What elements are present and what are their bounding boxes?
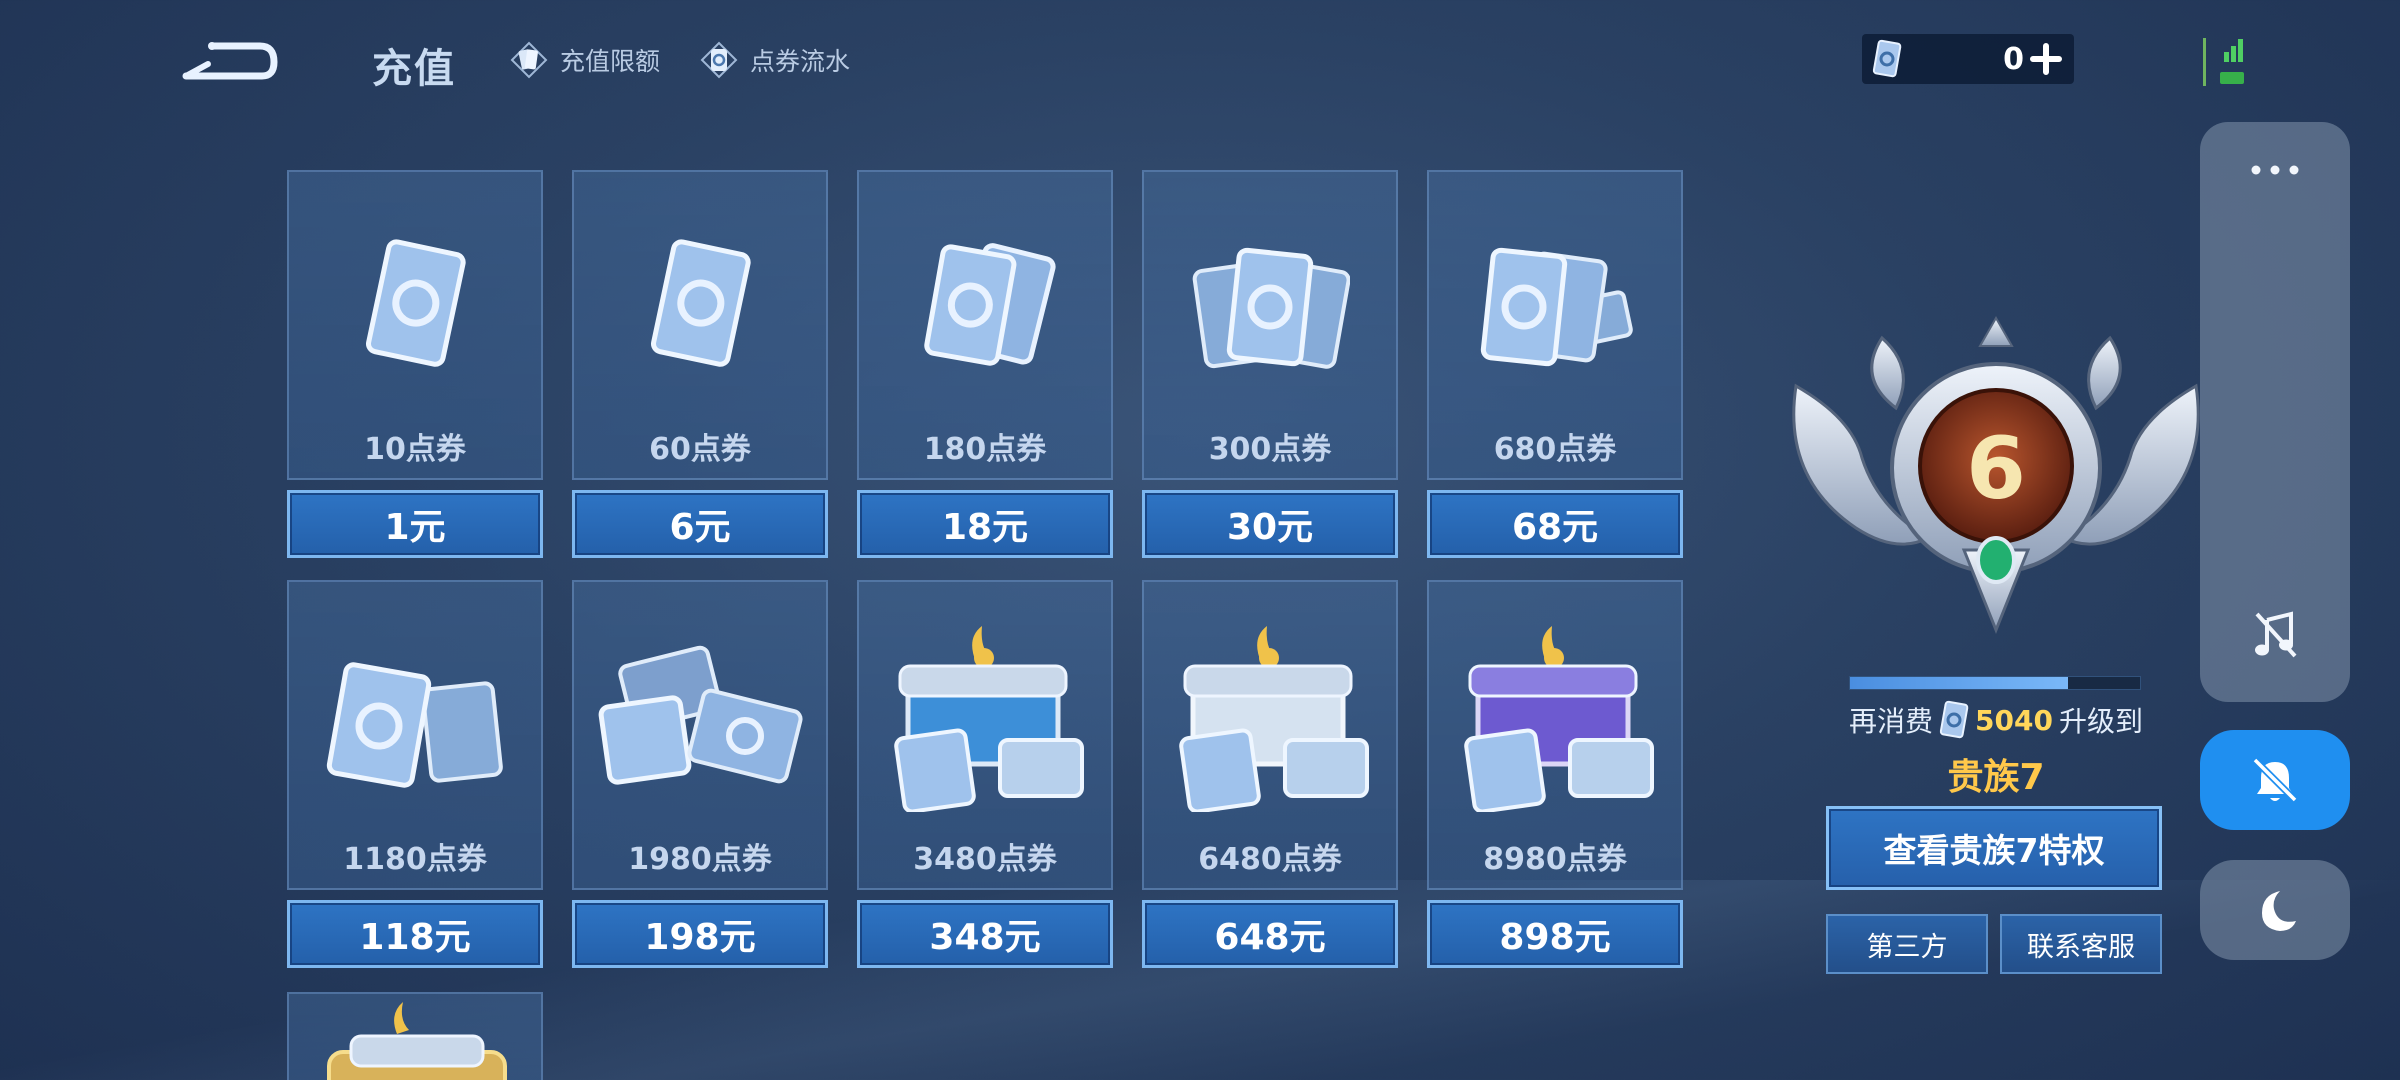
package-coupon-label: 8980点券 <box>1483 842 1627 877</box>
coupon-stack-icon <box>1429 212 1681 402</box>
vip-prefix: 再消费 <box>1849 705 1934 738</box>
view-vip-privileges-button[interactable]: 查看贵族7特权 <box>1826 806 2162 890</box>
package-coupon-label: 180点券 <box>923 432 1047 467</box>
package-card[interactable]: 6480点券 <box>1142 580 1398 890</box>
package-price-button[interactable]: 30元 <box>1142 490 1398 558</box>
package-item: 1180点券 118元 <box>287 580 543 968</box>
recharge-limit-link[interactable]: 充值限额 <box>508 38 660 82</box>
package-price-button[interactable]: 648元 <box>1142 900 1398 968</box>
vip-progress-fill <box>1850 677 2068 689</box>
mute-notifications-button[interactable] <box>2200 730 2350 830</box>
package-card[interactable]: 1980点券 <box>572 580 828 890</box>
coupon-pile-icon <box>574 622 826 812</box>
package-price-button[interactable]: 18元 <box>857 490 1113 558</box>
package-price-button[interactable]: 68元 <box>1427 490 1683 558</box>
package-card[interactable]: 8980点券 <box>1427 580 1683 890</box>
vip-amount: 5040 <box>1975 703 2053 737</box>
plus-icon <box>2030 43 2062 75</box>
package-item: 10点券 1元 <box>287 170 543 558</box>
coupon-icon <box>1939 700 1969 739</box>
coupon-pile-icon <box>289 622 541 812</box>
package-card[interactable]: 300点券 <box>1142 170 1398 480</box>
coupon-stack-icon <box>1144 212 1396 402</box>
contact-service-button[interactable]: 联系客服 <box>2000 914 2162 974</box>
package-item: 8980点券 898元 <box>1427 580 1683 968</box>
coupon-log-link[interactable]: 点券流水 <box>698 38 850 82</box>
package-coupon-label: 300点券 <box>1208 432 1332 467</box>
package-price-button[interactable]: 118元 <box>287 900 543 968</box>
package-card-partial[interactable] <box>287 992 543 1080</box>
package-item: 180点券 18元 <box>857 170 1113 558</box>
package-item: 680点券 68元 <box>1427 170 1683 558</box>
add-coupon-button[interactable] <box>2028 41 2064 77</box>
coupon-card-icon <box>574 212 826 402</box>
coupon-log-icon <box>698 39 740 81</box>
card-icon <box>508 39 550 81</box>
floating-side-panel <box>2200 122 2350 702</box>
package-card[interactable]: 10点券 <box>287 170 543 480</box>
package-price-button[interactable]: 6元 <box>572 490 828 558</box>
more-button[interactable] <box>2200 150 2350 190</box>
back-button[interactable] <box>180 30 280 85</box>
package-price-button[interactable]: 348元 <box>857 900 1113 968</box>
vip-level-number: 6 <box>1966 419 2026 519</box>
vip-progress-bar <box>1849 676 2141 690</box>
vip-emblem: 6 <box>1786 298 2206 638</box>
coupon-log-label: 点券流水 <box>750 47 851 76</box>
package-coupon-label: 60点券 <box>649 432 751 467</box>
package-item: 300点券 30元 <box>1142 170 1398 558</box>
package-coupon-label: 1980点券 <box>628 842 772 877</box>
moon-icon <box>2262 891 2296 931</box>
package-price-button[interactable]: 1元 <box>287 490 543 558</box>
coupon-pair-icon <box>859 212 1111 402</box>
network-signal-icon <box>2200 34 2248 92</box>
package-coupon-label: 10点券 <box>364 432 466 467</box>
package-item: 6480点券 648元 <box>1142 580 1398 968</box>
balance-value: 0 <box>2003 41 2024 77</box>
music-off-icon <box>2255 611 2297 658</box>
vip-upgrade-text: 再消费 5040 升级到 <box>1786 700 2206 740</box>
package-coupon-label: 6480点券 <box>1198 842 1342 877</box>
blue-chest-icon <box>859 622 1111 812</box>
music-toggle-button[interactable] <box>2200 604 2350 664</box>
third-party-button[interactable]: 第三方 <box>1826 914 1988 974</box>
coupon-balance: 0 <box>1862 34 2074 84</box>
package-card[interactable]: 1180点券 <box>287 580 543 890</box>
gold-chest-icon <box>327 1002 507 1080</box>
purple-chest-icon <box>1429 622 1681 812</box>
night-mode-button[interactable] <box>2200 860 2350 960</box>
package-item: 60点券 6元 <box>572 170 828 558</box>
package-card[interactable]: 680点券 <box>1427 170 1683 480</box>
page-title: 充值 <box>372 46 456 92</box>
package-card[interactable]: 60点券 <box>572 170 828 480</box>
coupon-card-icon <box>289 212 541 402</box>
recharge-limit-label: 充值限额 <box>560 47 661 76</box>
package-coupon-label: 1180点券 <box>343 842 487 877</box>
package-coupon-label: 680点券 <box>1493 432 1617 467</box>
more-dots-icon <box>2251 165 2299 175</box>
silver-chest-icon <box>1144 622 1396 812</box>
vip-suffix: 升级到 <box>2058 705 2143 738</box>
package-item: 3480点券 348元 <box>857 580 1113 968</box>
package-card[interactable]: 3480点券 <box>857 580 1113 890</box>
package-coupon-label: 3480点券 <box>913 842 1057 877</box>
bell-off-icon <box>2252 757 2298 803</box>
package-card[interactable]: 180点券 <box>857 170 1113 480</box>
coupon-icon <box>1872 39 1902 78</box>
package-price-button[interactable]: 898元 <box>1427 900 1683 968</box>
back-arrow-icon <box>182 42 278 80</box>
vip-next-level: 贵族7 <box>1947 757 2045 798</box>
package-item: 1980点券 198元 <box>572 580 828 968</box>
package-price-button[interactable]: 198元 <box>572 900 828 968</box>
